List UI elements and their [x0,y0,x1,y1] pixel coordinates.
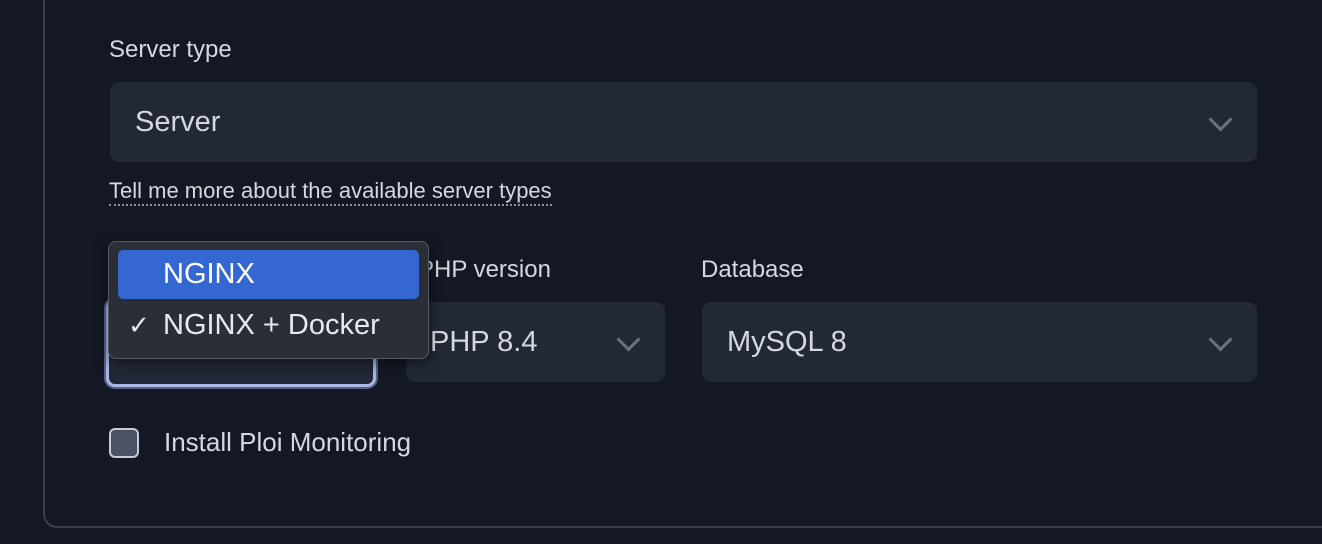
option-label: NGINX [163,258,255,290]
php-version-label: PHP version [418,256,551,283]
chevron-down-icon [1208,327,1233,352]
install-monitoring-checkbox[interactable] [109,428,139,458]
web-server-dropdown-menu: NGINX ✓ NGINX + Docker [108,241,429,359]
chevron-down-icon [1208,107,1233,132]
checkmark-icon: ✓ [128,310,150,340]
server-type-select[interactable]: Server [110,82,1257,162]
server-type-value: Server [135,105,221,138]
database-select[interactable]: MySQL 8 [702,302,1257,382]
database-label: Database [701,256,804,283]
php-version-select[interactable]: PHP 8.4 [406,302,665,382]
option-label: NGINX + Docker [163,309,380,341]
install-monitoring-label[interactable]: Install Ploi Monitoring [164,427,411,458]
server-type-label: Server type [109,36,232,63]
php-version-value: PHP 8.4 [430,325,538,358]
server-types-help-link[interactable]: Tell me more about the available server … [109,178,552,206]
chevron-down-icon [616,327,641,352]
database-value: MySQL 8 [727,325,847,358]
option-nginx-docker[interactable]: ✓ NGINX + Docker [118,301,419,350]
option-nginx[interactable]: NGINX [118,250,419,299]
